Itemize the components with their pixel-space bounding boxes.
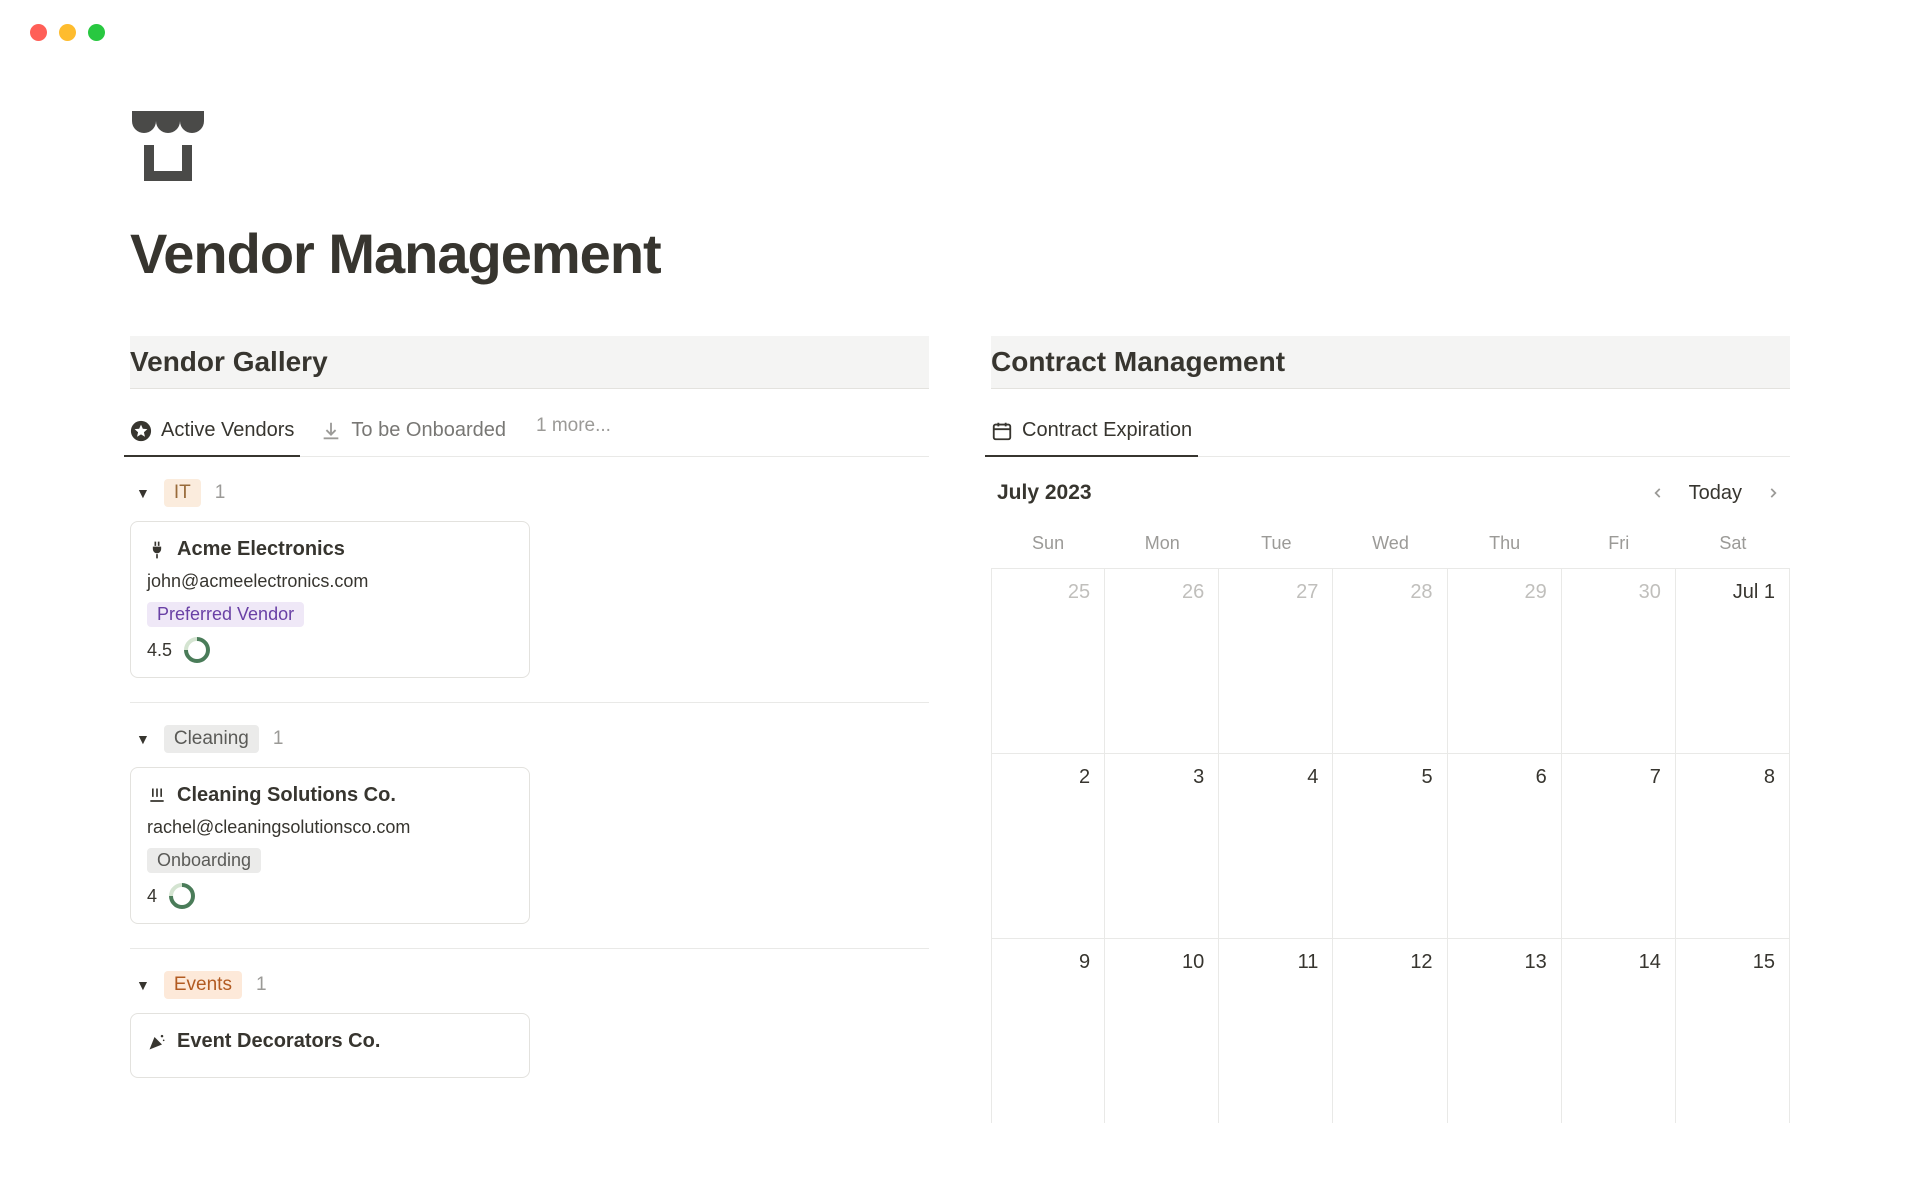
tab-active-vendors[interactable]: Active Vendors — [130, 409, 294, 456]
calendar-header: July 2023 Today — [991, 457, 1790, 523]
dow-thu: Thu — [1448, 523, 1562, 568]
calendar-cell[interactable]: 28 — [1333, 569, 1447, 753]
star-icon — [130, 420, 152, 442]
contract-tabs: Contract Expiration — [991, 389, 1790, 457]
vendor-card-acme-email: john@acmeelectronics.com — [147, 571, 513, 592]
tab-active-vendors-label: Active Vendors — [161, 419, 294, 442]
group-it-tag: IT — [164, 479, 201, 507]
calendar-cell[interactable]: 9 — [991, 939, 1105, 1123]
vendor-card-acme-rating: 4.5 — [147, 640, 172, 661]
calendar-cell[interactable]: 3 — [1105, 754, 1219, 938]
tab-contract-expiration[interactable]: Contract Expiration — [991, 409, 1192, 456]
dow-sat: Sat — [1676, 523, 1790, 568]
group-cleaning-tag: Cleaning — [164, 725, 259, 753]
vendor-card-cleaning[interactable]: Cleaning Solutions Co. rachel@cleaningso… — [130, 767, 530, 924]
calendar-cell[interactable]: 25 — [991, 569, 1105, 753]
minimize-window-button[interactable] — [59, 24, 76, 41]
group-it[interactable]: ▼ IT 1 — [130, 457, 929, 521]
calendar-cell[interactable]: 15 — [1676, 939, 1790, 1123]
calendar-icon — [991, 420, 1013, 442]
calendar-cell[interactable]: 29 — [1448, 569, 1562, 753]
vendor-card-cleaning-rating: 4 — [147, 886, 157, 907]
calendar-cell[interactable]: 12 — [1333, 939, 1447, 1123]
dow-wed: Wed — [1333, 523, 1447, 568]
vendor-card-acme-badge: Preferred Vendor — [147, 602, 304, 627]
calendar-cell[interactable]: 27 — [1219, 569, 1333, 753]
calendar-cell[interactable]: 26 — [1105, 569, 1219, 753]
calendar-cell[interactable]: 7 — [1562, 754, 1676, 938]
calendar-cell[interactable]: 6 — [1448, 754, 1562, 938]
progress-ring-icon — [179, 632, 216, 669]
calendar-today-button[interactable]: Today — [1689, 482, 1742, 505]
calendar-grid: Sun Mon Tue Wed Thu Fri Sat 25 26 27 28 … — [991, 523, 1790, 1123]
group-events-count: 1 — [256, 974, 267, 996]
vendor-card-acme-name: Acme Electronics — [177, 538, 345, 561]
calendar-cell[interactable]: 30 — [1562, 569, 1676, 753]
caret-down-icon[interactable]: ▼ — [136, 977, 150, 993]
party-icon — [147, 1032, 167, 1052]
shop-icon — [130, 101, 206, 181]
calendar-cell[interactable]: 14 — [1562, 939, 1676, 1123]
tabs-more[interactable]: 1 more... — [536, 415, 611, 451]
vendor-gallery-title: Vendor Gallery — [130, 346, 929, 378]
calendar-cell[interactable]: 10 — [1105, 939, 1219, 1123]
calendar-cell[interactable]: 11 — [1219, 939, 1333, 1123]
tab-to-be-onboarded-label: To be Onboarded — [351, 419, 506, 442]
calendar-cell[interactable]: 2 — [991, 754, 1105, 938]
close-window-button[interactable] — [30, 24, 47, 41]
calendar-cell[interactable]: 13 — [1448, 939, 1562, 1123]
group-cleaning-count: 1 — [273, 728, 284, 750]
calendar-prev-button[interactable] — [1647, 482, 1669, 504]
group-events[interactable]: ▼ Events 1 — [130, 949, 929, 1013]
dow-sun: Sun — [991, 523, 1105, 568]
maximize-window-button[interactable] — [88, 24, 105, 41]
contract-management-title: Contract Management — [991, 346, 1790, 378]
page-title: Vendor Management — [130, 221, 1790, 286]
vendor-card-acme[interactable]: Acme Electronics john@acmeelectronics.co… — [130, 521, 530, 678]
calendar-month: July 2023 — [997, 481, 1092, 505]
dow-tue: Tue — [1219, 523, 1333, 568]
calendar-cell[interactable]: 5 — [1333, 754, 1447, 938]
plug-icon — [147, 540, 167, 560]
calendar-cell[interactable]: 4 — [1219, 754, 1333, 938]
vendor-card-events-name: Event Decorators Co. — [177, 1030, 380, 1053]
contract-management-header: Contract Management — [991, 336, 1790, 389]
vendor-gallery-column: Vendor Gallery Active Vendors To be Onbo… — [130, 336, 929, 1123]
download-icon — [320, 420, 342, 442]
tab-to-be-onboarded[interactable]: To be Onboarded — [320, 409, 506, 456]
dow-fri: Fri — [1562, 523, 1676, 568]
tab-contract-expiration-label: Contract Expiration — [1022, 419, 1192, 442]
vendor-gallery-header: Vendor Gallery — [130, 336, 929, 389]
dow-mon: Mon — [1105, 523, 1219, 568]
group-events-tag: Events — [164, 971, 242, 999]
vendor-gallery-tabs: Active Vendors To be Onboarded 1 more... — [130, 389, 929, 457]
vendor-card-events[interactable]: Event Decorators Co. — [130, 1013, 530, 1078]
calendar-cell[interactable]: Jul 1 — [1676, 569, 1790, 753]
calendar-next-button[interactable] — [1762, 482, 1784, 504]
contract-management-column: Contract Management Contract Expiration … — [991, 336, 1790, 1123]
vendor-card-cleaning-email: rachel@cleaningsolutionsco.com — [147, 817, 513, 838]
group-it-count: 1 — [215, 482, 226, 504]
window-traffic-lights — [0, 0, 1920, 41]
cleaning-icon — [147, 786, 167, 806]
calendar-cell[interactable]: 8 — [1676, 754, 1790, 938]
caret-down-icon[interactable]: ▼ — [136, 731, 150, 747]
vendor-card-cleaning-badge: Onboarding — [147, 848, 261, 873]
group-cleaning[interactable]: ▼ Cleaning 1 — [130, 703, 929, 767]
vendor-card-cleaning-name: Cleaning Solutions Co. — [177, 784, 396, 807]
progress-ring-icon — [164, 878, 201, 915]
caret-down-icon[interactable]: ▼ — [136, 485, 150, 501]
